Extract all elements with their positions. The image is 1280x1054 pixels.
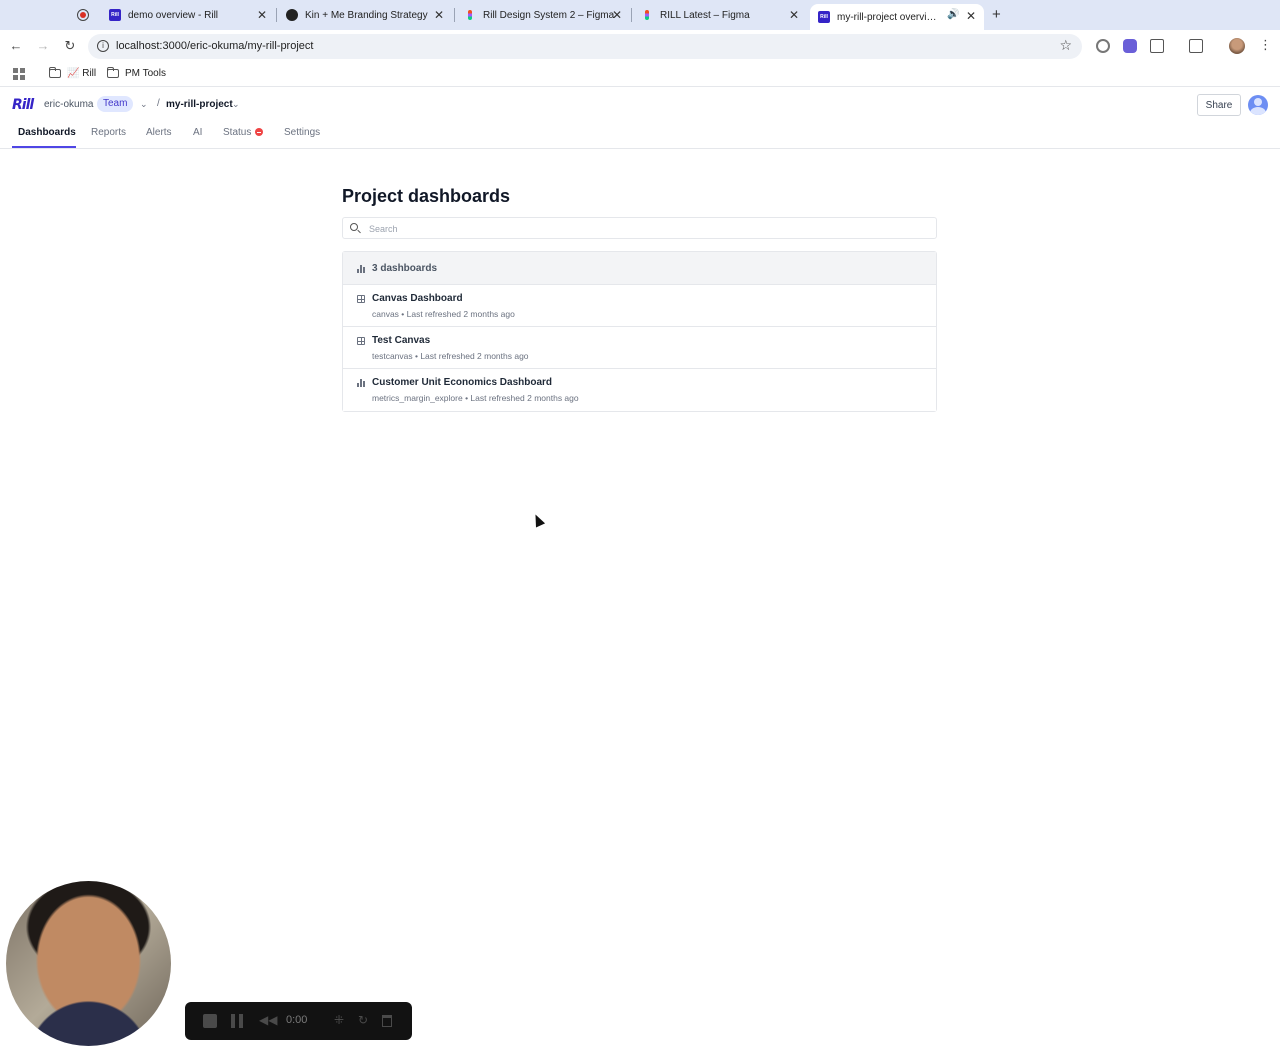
tab-settings[interactable]: Settings (284, 127, 320, 138)
dashboard-meta: canvas • Last refreshed 2 months ago (372, 309, 515, 319)
back-arrow-icon[interactable]: ← (8, 38, 24, 53)
tab-status[interactable]: Status (223, 127, 264, 138)
tab-divider (631, 8, 632, 22)
rill-logo[interactable]: Rill (12, 97, 34, 113)
project-name[interactable]: my-rill-project (166, 99, 233, 110)
browser-tab-title: demo overview - Rill (128, 9, 219, 21)
forward-arrow-icon[interactable]: → (35, 38, 51, 53)
browser-tab-active[interactable]: my-rill-project overview - 🔊 ✕ (810, 4, 984, 30)
dashboard-row[interactable]: Test Canvas testcanvas • Last refreshed … (343, 327, 936, 369)
dashboard-count: 3 dashboards (372, 263, 438, 274)
browser-menu-icon[interactable]: ⋮ (1259, 37, 1272, 53)
browser-tab[interactable]: Rill Design System 2 – Figma ✕ (464, 4, 622, 26)
address-bar[interactable]: i localhost:3000/eric-okuma/my-rill-proj… (88, 34, 1082, 59)
mouse-cursor-icon (530, 512, 546, 528)
extension-icon[interactable] (1096, 39, 1110, 53)
address-bar-url[interactable]: localhost:3000/eric-okuma/my-rill-projec… (116, 40, 313, 52)
extension-icon[interactable] (1123, 39, 1137, 53)
dashboard-name[interactable]: Canvas Dashboard (372, 293, 463, 304)
apps-grid-icon[interactable] (13, 68, 25, 80)
bar-chart-icon (357, 265, 365, 273)
trash-icon[interactable] (382, 1015, 392, 1027)
share-button[interactable]: Share (1197, 94, 1241, 116)
page-title: Project dashboards (342, 186, 511, 206)
tab-reports[interactable]: Reports (91, 127, 126, 138)
breadcrumb-separator: / (157, 98, 160, 109)
recorder-controls: ◀◀ 0:00 ⁜ ↻ (185, 1002, 412, 1040)
project-chevron-down-icon[interactable]: ⌄ (232, 99, 240, 110)
dashboard-list-header: 3 dashboards (343, 252, 936, 285)
dashboard-meta: metrics_margin_explore • Last refreshed … (372, 393, 579, 403)
figma-favicon-icon (464, 9, 476, 21)
folder-icon (107, 67, 119, 78)
status-error-icon (255, 128, 264, 136)
figma-favicon-icon (641, 9, 653, 21)
close-tab-icon[interactable]: ✕ (789, 8, 799, 22)
app-header: Rill eric-okuma Team ⌄ / my-rill-project… (0, 88, 1280, 149)
dashboard-row[interactable]: Canvas Dashboard canvas • Last refreshed… (343, 285, 936, 327)
explore-icon (357, 379, 365, 387)
canvas-icon (357, 295, 365, 303)
dashboard-name[interactable]: Customer Unit Economics Dashboard (372, 377, 552, 388)
browser-tab-title: Rill Design System 2 – Figma (483, 9, 615, 21)
close-tab-icon[interactable]: ✕ (434, 8, 444, 22)
org-name[interactable]: eric-okuma (44, 99, 93, 110)
bookmarks-bar: 📈 Rill PM Tools (0, 63, 1280, 87)
bookmark-label: PM Tools (125, 68, 166, 79)
stop-icon[interactable] (203, 1014, 217, 1028)
tab-ai[interactable]: AI (193, 127, 202, 138)
dashboard-search[interactable] (342, 217, 937, 239)
browser-tab-title: RILL Latest – Figma (660, 9, 750, 21)
tab-dashboards[interactable]: Dashboards (18, 127, 76, 138)
org-chevron-down-icon[interactable]: ⌄ (140, 99, 148, 110)
dashboard-row[interactable]: Customer Unit Economics Dashboard metric… (343, 369, 936, 411)
close-tab-icon[interactable]: ✕ (257, 8, 267, 22)
bookmark-folder-rill[interactable]: 📈 Rill (49, 67, 97, 79)
webcam-bubble[interactable] (6, 881, 171, 1046)
search-input[interactable] (367, 221, 927, 236)
pause-icon[interactable] (231, 1014, 243, 1028)
tab-divider (276, 8, 277, 22)
rill-favicon-icon (109, 9, 121, 21)
restart-icon[interactable]: ↻ (358, 1013, 368, 1027)
site-info-icon[interactable]: i (97, 40, 109, 52)
close-tab-icon[interactable]: ✕ (966, 9, 976, 23)
close-tab-icon[interactable]: ✕ (612, 8, 622, 22)
bookmark-label: 📈 Rill (67, 68, 97, 79)
bookmark-folder-pm-tools[interactable]: PM Tools (107, 67, 166, 79)
rewind-icon[interactable]: ◀◀ (259, 1013, 277, 1027)
browser-tab-title: my-rill-project overview - (837, 11, 941, 23)
browser-tab[interactable]: Kin + Me Branding Strategy ✕ (286, 4, 444, 26)
tab-search-icon[interactable] (1189, 39, 1203, 53)
browser-toolbar: ← → ↻ i localhost:3000/eric-okuma/my-ril… (0, 30, 1280, 63)
user-avatar[interactable] (1248, 95, 1268, 115)
speaker-icon[interactable]: 🔊 (947, 9, 959, 20)
browser-tab[interactable]: demo overview - Rill ✕ (109, 4, 267, 26)
tab-divider (454, 8, 455, 22)
rill-favicon-icon (818, 11, 830, 23)
canvas-icon (357, 337, 365, 345)
grid-icon[interactable]: ⁜ (334, 1013, 344, 1027)
active-tab-indicator (12, 146, 76, 148)
team-badge: Team (97, 96, 134, 112)
tab-status-label: Status (223, 127, 252, 138)
kin-favicon-icon (286, 9, 298, 21)
tab-alerts[interactable]: Alerts (146, 127, 172, 138)
reload-icon[interactable]: ↻ (62, 38, 78, 54)
browser-profile-avatar[interactable] (1229, 38, 1245, 54)
extensions-puzzle-icon[interactable] (1150, 39, 1164, 53)
recording-time: 0:00 (286, 1014, 308, 1026)
dashboard-list: 3 dashboards Canvas Dashboard canvas • L… (342, 251, 937, 412)
browser-tabstrip: demo overview - Rill ✕ Kin + Me Branding… (0, 0, 1280, 30)
bookmark-star-icon[interactable]: ☆ (1059, 37, 1072, 54)
new-tab-icon[interactable]: + (992, 6, 1001, 23)
browser-tab[interactable]: RILL Latest – Figma ✕ (641, 4, 799, 26)
folder-icon (49, 67, 61, 78)
dashboard-name[interactable]: Test Canvas (372, 335, 430, 346)
recording-indicator-icon (77, 9, 89, 21)
dashboard-meta: testcanvas • Last refreshed 2 months ago (372, 351, 529, 361)
search-icon (350, 223, 358, 231)
browser-tab-title: Kin + Me Branding Strategy (305, 9, 428, 21)
